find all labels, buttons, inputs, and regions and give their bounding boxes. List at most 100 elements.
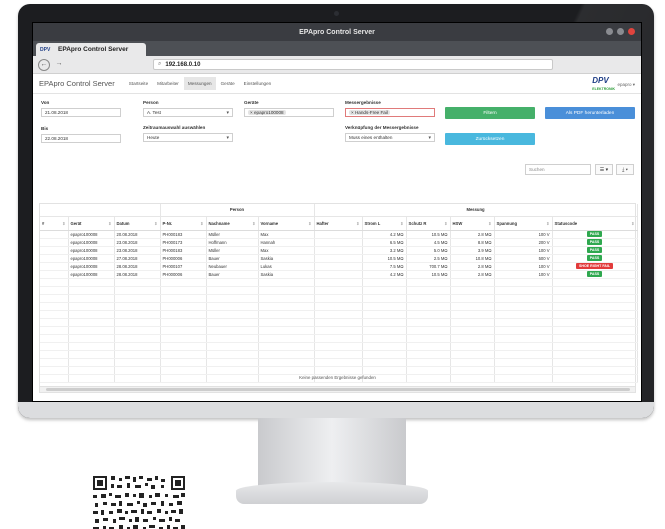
- table-row[interactable]: epapro100008 28.08.2018 PH000006 Bauer Saski…: [40, 270, 638, 279]
- column-header[interactable]: Datum: [114, 216, 161, 231]
- status-badge: PASS: [586, 271, 603, 277]
- cell-nr: [40, 270, 69, 279]
- column-header[interactable]: Strom L: [362, 216, 407, 231]
- dpv-logo: DPV ELEKTRONIK: [592, 76, 615, 94]
- column-header[interactable]: #: [40, 216, 69, 231]
- geraete-chip[interactable]: × epapro100008: [248, 110, 286, 115]
- cell-vorname: Lukas: [258, 262, 315, 271]
- results-table: Person Messung #GerätDatumP-Nr.NachnameV…: [39, 203, 638, 393]
- cell-pnr: PH000006: [160, 270, 207, 279]
- cell-datum: 28.08.2018: [114, 262, 161, 271]
- nav-item-geraete[interactable]: Geräte: [217, 77, 239, 90]
- empty-table-row: [40, 342, 638, 351]
- table-search-input[interactable]: Suchen: [525, 164, 591, 175]
- close-button[interactable]: [628, 28, 635, 35]
- user-menu[interactable]: epapro ▾: [617, 82, 635, 88]
- empty-table-row: [40, 302, 638, 311]
- cell-spannung: 100 V: [494, 246, 553, 255]
- horizontal-scrollbar[interactable]: [40, 386, 635, 392]
- export-button[interactable]: ⤓ ▾: [616, 164, 634, 175]
- cell-hsw: 8.8 MΩ: [450, 238, 495, 247]
- cell-nr: [40, 262, 69, 271]
- nav-item-messungen[interactable]: Messungen: [183, 77, 216, 90]
- column-header[interactable]: Statuscode: [552, 216, 638, 231]
- window-title: EPApro Control Server: [299, 28, 375, 36]
- cell-nachname: Bauer: [206, 254, 259, 263]
- group-messung: Messung: [314, 204, 638, 217]
- screen: EPApro Control Server DPV EPApro Control…: [32, 22, 642, 402]
- cell-nr: [40, 246, 69, 255]
- table-row[interactable]: epapro100008 20.08.2018 PH000183 Müller Max 4…: [40, 230, 638, 239]
- maximize-button[interactable]: [617, 28, 624, 35]
- forward-button[interactable]: →: [53, 59, 65, 71]
- column-header[interactable]: Vorname: [258, 216, 315, 231]
- cell-nachname: Neubauer: [206, 262, 259, 271]
- cell-strom: 4.2 MΩ: [362, 230, 407, 239]
- cell-pnr: PH000173: [160, 238, 207, 247]
- bis-date-input[interactable]: 22.08.2018: [41, 134, 121, 143]
- cell-schutz: 10.5 MΩ: [406, 230, 451, 239]
- pdf-download-button[interactable]: Als PDF herunterladen: [545, 107, 635, 119]
- cell-hsw: 3.9 MΩ: [450, 246, 495, 255]
- cell-status: SHOE RIGHT FAIL: [552, 262, 638, 271]
- nav-item-mitarbeiter[interactable]: Mitarbeiter: [153, 77, 183, 90]
- scrollbar-thumb[interactable]: [46, 388, 630, 391]
- column-header[interactable]: Gerät: [68, 216, 115, 231]
- app-navbar: EPApro Control Server Startseite Mitarbe…: [33, 74, 641, 94]
- cell-nr: [40, 238, 69, 247]
- table-group-header: Person Messung: [40, 204, 638, 217]
- cell-datum: 27.08.2018: [114, 254, 161, 263]
- column-header[interactable]: P-Nr.: [160, 216, 207, 231]
- messergebnisse-select[interactable]: × Hands-Free Fail: [345, 108, 435, 117]
- cell-schutz: 2.5 MΩ: [406, 254, 451, 263]
- cell-nachname: Müller: [206, 230, 259, 239]
- geraete-select[interactable]: × epapro100008: [244, 108, 334, 117]
- messergebnisse-chip[interactable]: × Hands-Free Fail: [349, 110, 390, 115]
- cell-geraet: epapro100008: [68, 238, 115, 247]
- browser-tab[interactable]: DPV EPApro Control Server: [36, 43, 146, 56]
- zeitraum-select[interactable]: Heute: [143, 133, 233, 142]
- cell-datum: 28.08.2018: [114, 270, 161, 279]
- dpv-logo-subtitle: ELEKTRONIK: [592, 87, 615, 91]
- monitor-stand: [258, 418, 406, 490]
- status-badge: PASS: [586, 255, 603, 261]
- person-select[interactable]: A. Test: [143, 108, 233, 117]
- back-button[interactable]: ←: [38, 58, 50, 71]
- table-body: epapro100008 20.08.2018 PH000183 Müller Max 4…: [40, 230, 638, 383]
- filter-panel: Von 21.08.2018 Bis 22.08.2018 Person A. …: [33, 94, 641, 180]
- cell-hafter: [314, 230, 363, 239]
- von-date-input[interactable]: 21.08.2018: [41, 108, 121, 117]
- cell-status: PASS: [552, 254, 638, 263]
- verknuepfung-select[interactable]: Muss eines enthalten: [345, 133, 435, 142]
- cell-hsw: 2.8 MΩ: [450, 262, 495, 271]
- cell-geraet: epapro100008: [68, 270, 115, 279]
- table-row[interactable]: epapro100008 28.08.2018 PH000107 Neubauer Lu…: [40, 262, 638, 271]
- app-brand[interactable]: EPApro Control Server: [39, 79, 115, 88]
- nav-item-startseite[interactable]: Startseite: [125, 77, 152, 90]
- cell-status: PASS: [552, 270, 638, 279]
- empty-table-row: [40, 334, 638, 343]
- table-row[interactable]: epapro100008 23.08.2018 PH000183 Müller Max 3…: [40, 246, 638, 255]
- url-field[interactable]: ⌕ 192.168.0.10: [153, 59, 553, 70]
- minimize-button[interactable]: [606, 28, 613, 35]
- geraete-label: Geräte: [244, 100, 259, 105]
- table-row[interactable]: epapro100008 27.08.2018 PH000006 Bauer Saski…: [40, 254, 638, 263]
- column-header[interactable]: HSW: [450, 216, 495, 231]
- cell-status: PASS: [552, 230, 638, 239]
- column-header[interactable]: Hafter: [314, 216, 363, 231]
- column-header[interactable]: Schutz R: [406, 216, 451, 231]
- cell-schutz: 5.0 MΩ: [406, 246, 451, 255]
- column-header[interactable]: Spannung: [494, 216, 553, 231]
- table-row[interactable]: epapro100008 23.08.2018 PH000173 Hoffmann Ha…: [40, 238, 638, 247]
- cell-strom: 7.5 MΩ: [362, 262, 407, 271]
- person-label: Person: [143, 100, 159, 105]
- zuruecksetzen-button[interactable]: Zurücksetzen: [445, 133, 535, 145]
- cell-nr: [40, 230, 69, 239]
- nav-item-einstellungen[interactable]: Einstellungen: [240, 77, 276, 90]
- cell-hafter: [314, 254, 363, 263]
- filtern-button[interactable]: Filtern: [445, 107, 535, 119]
- column-header[interactable]: Nachname: [206, 216, 259, 231]
- cell-strom: 6.5 MΩ: [362, 238, 407, 247]
- cell-spannung: 100 V: [494, 270, 553, 279]
- columns-toggle-button[interactable]: ☰ ▾: [595, 164, 613, 175]
